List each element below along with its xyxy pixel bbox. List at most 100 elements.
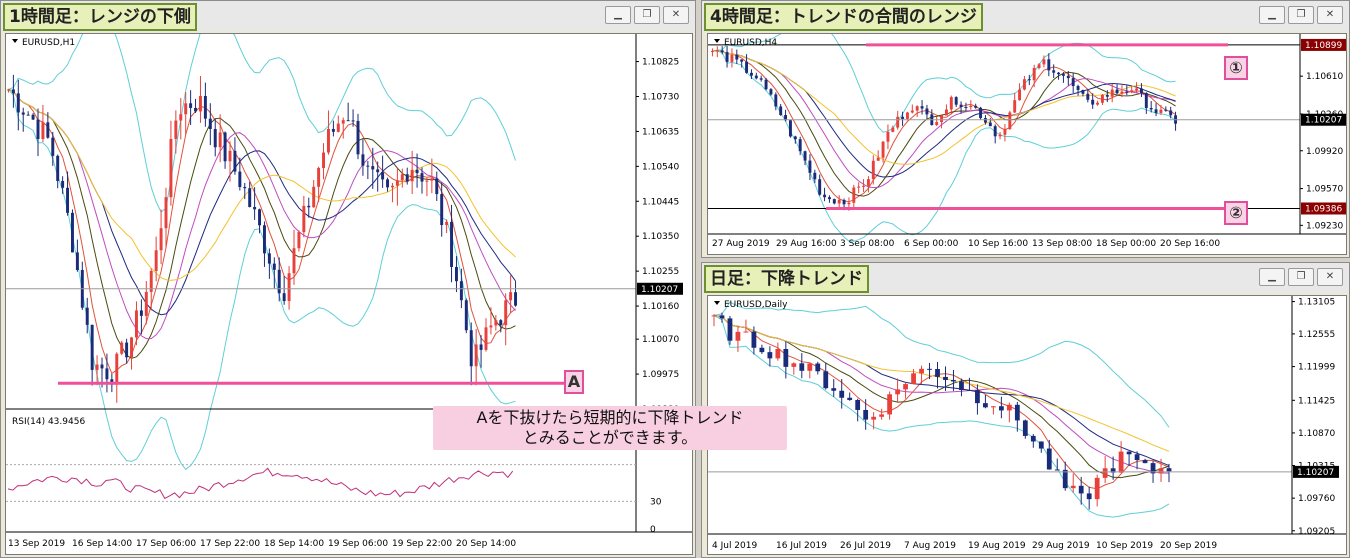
candle-body (194, 107, 198, 112)
candle-body (1030, 435, 1036, 442)
candle-body (998, 134, 1002, 137)
candle-body (735, 331, 741, 341)
candle-body (322, 152, 326, 168)
candle-body (1125, 91, 1129, 93)
candle-body (346, 120, 350, 122)
candle-body (1130, 90, 1134, 92)
candle-body (1154, 109, 1158, 113)
close-icon[interactable]: ✕ (1317, 6, 1343, 24)
price-box-label: 1.10207 (1305, 116, 1342, 126)
candle-body (1149, 108, 1153, 110)
candle-body (435, 178, 439, 195)
candle-body (979, 107, 983, 119)
candle-body (1070, 485, 1076, 489)
candle-body (827, 197, 831, 200)
candle-body (1066, 75, 1070, 79)
candle-body (1115, 89, 1119, 94)
candle-body (125, 342, 129, 358)
h1-symbol-label: EURUSD,H1 (22, 38, 75, 48)
candle-body (886, 131, 890, 142)
candle-body (174, 120, 178, 139)
candle-body (395, 180, 399, 186)
candle-body (839, 390, 845, 398)
candle-body (46, 122, 50, 138)
minimize-icon[interactable]: ▁ (1259, 268, 1285, 286)
candle-body (61, 180, 65, 188)
candle-body (430, 178, 434, 181)
candle-body (326, 128, 330, 153)
candle-body (842, 199, 846, 205)
candle-body (847, 202, 851, 205)
price-tick-label: 1.09205 (1298, 527, 1335, 537)
candle-body (911, 373, 916, 385)
candle-body (26, 114, 30, 116)
rsi-tick-label: 0 (650, 525, 656, 535)
candle-body (935, 368, 940, 377)
candle-body (203, 96, 207, 119)
candle-body (1091, 99, 1095, 105)
candle-body (910, 110, 914, 113)
close-icon[interactable]: ✕ (663, 6, 689, 24)
h1-chart-area[interactable]: EURUSD,H1 RSI(14) 43.9456 1.10825 1.10730… (5, 33, 693, 555)
candle-body (940, 115, 944, 123)
candle-body (891, 127, 895, 132)
candle-body (759, 78, 763, 80)
candle-body (954, 97, 958, 105)
chevron-down-icon[interactable] (12, 39, 18, 43)
candle-body (1126, 451, 1132, 455)
restore-icon[interactable]: ❐ (1288, 268, 1314, 286)
time-tick-label: 20 Sep 16:00 (1160, 239, 1220, 249)
candle-body (767, 352, 773, 359)
price-box-label: 1.10207 (1297, 468, 1334, 478)
price-tick-label: 1.10350 (642, 232, 679, 242)
candle-body (751, 331, 757, 348)
candle-body (159, 228, 163, 251)
candle-body (381, 172, 385, 180)
close-icon[interactable]: ✕ (1317, 268, 1343, 286)
candle-body (815, 363, 821, 372)
candle-body (105, 368, 109, 380)
restore-icon[interactable]: ❐ (634, 6, 660, 24)
moving-average-20 (8, 88, 516, 316)
candle-body (807, 363, 813, 371)
candle-body (852, 187, 856, 203)
candle-body (1022, 420, 1028, 436)
candle-body (208, 118, 212, 130)
candle-body (857, 186, 861, 188)
candle-body (297, 232, 301, 249)
time-tick-label: 29 Aug 2019 (1032, 541, 1090, 551)
candle-body (267, 253, 271, 264)
candle-body (1032, 67, 1036, 81)
time-tick-label: 17 Sep 06:00 (136, 539, 196, 549)
restore-icon[interactable]: ❐ (1288, 6, 1314, 24)
candle-body (1118, 451, 1124, 473)
candle-body (16, 93, 20, 113)
candle-body (725, 52, 729, 62)
time-tick-label: 29 Aug 16:00 (776, 239, 837, 249)
minimize-icon[interactable]: ▁ (605, 6, 631, 24)
daily-chart-area[interactable]: EURUSD,Daily 1.13105 1.12555 1.11999 1.1142… (707, 295, 1347, 555)
candle-body (1164, 109, 1168, 111)
candle-body (341, 120, 345, 124)
candle-body (1071, 78, 1075, 87)
candle-body (1158, 468, 1164, 474)
candle-body (949, 97, 953, 110)
candle-body (925, 108, 929, 115)
minimize-icon[interactable]: ▁ (1259, 6, 1285, 24)
candle-body (484, 327, 488, 350)
candle-body (754, 75, 758, 79)
chevron-down-icon[interactable] (714, 39, 720, 43)
h4-chart-area[interactable]: EURUSD,H4 1.106101.102601.099201.095701.… (707, 33, 1347, 255)
price-tick-label: 1.10825 (642, 58, 679, 68)
candle-body (31, 114, 35, 120)
chevron-down-icon[interactable] (714, 301, 720, 305)
candle-body (847, 397, 853, 400)
candle-body (1042, 59, 1046, 65)
candle-body (745, 61, 749, 73)
candle-body (769, 89, 773, 95)
candle-body (715, 50, 719, 52)
candle-body (1166, 468, 1172, 472)
daily-window: 日足：下降トレンド ▁ ❐ ✕ EURUSD,Daily 1.13105 1.12… (701, 262, 1350, 558)
candle-body (1105, 94, 1109, 97)
candle-body (832, 199, 836, 204)
